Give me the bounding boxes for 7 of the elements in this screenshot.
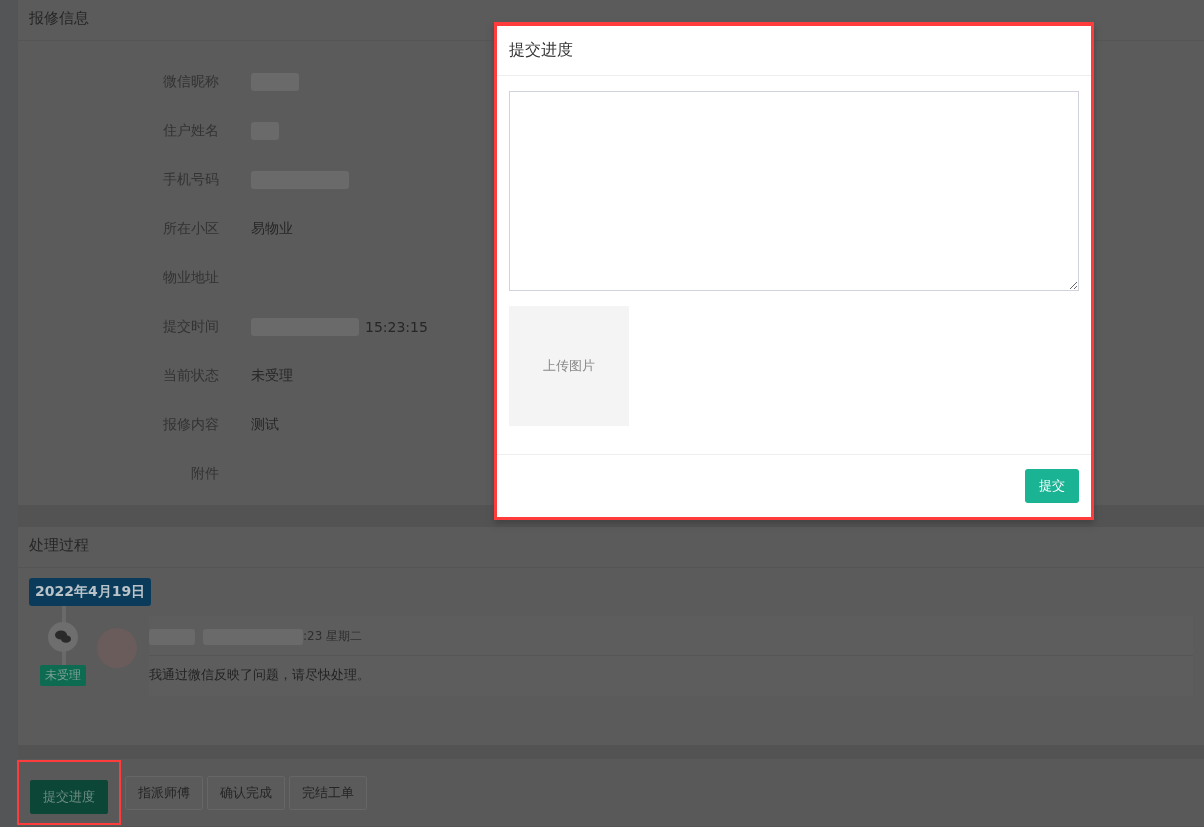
submit-button[interactable]: 提交 bbox=[1025, 469, 1079, 503]
status-tag: 未受理 bbox=[40, 665, 86, 686]
upload-image-button[interactable]: 上传图片 bbox=[509, 306, 629, 426]
text-area[interactable] bbox=[509, 91, 1079, 291]
date-badge: 2022年4月19日 bbox=[29, 578, 152, 606]
dialog-title: 提交进度 bbox=[497, 26, 1091, 76]
action-button[interactable]: 提交进度 bbox=[30, 780, 108, 814]
